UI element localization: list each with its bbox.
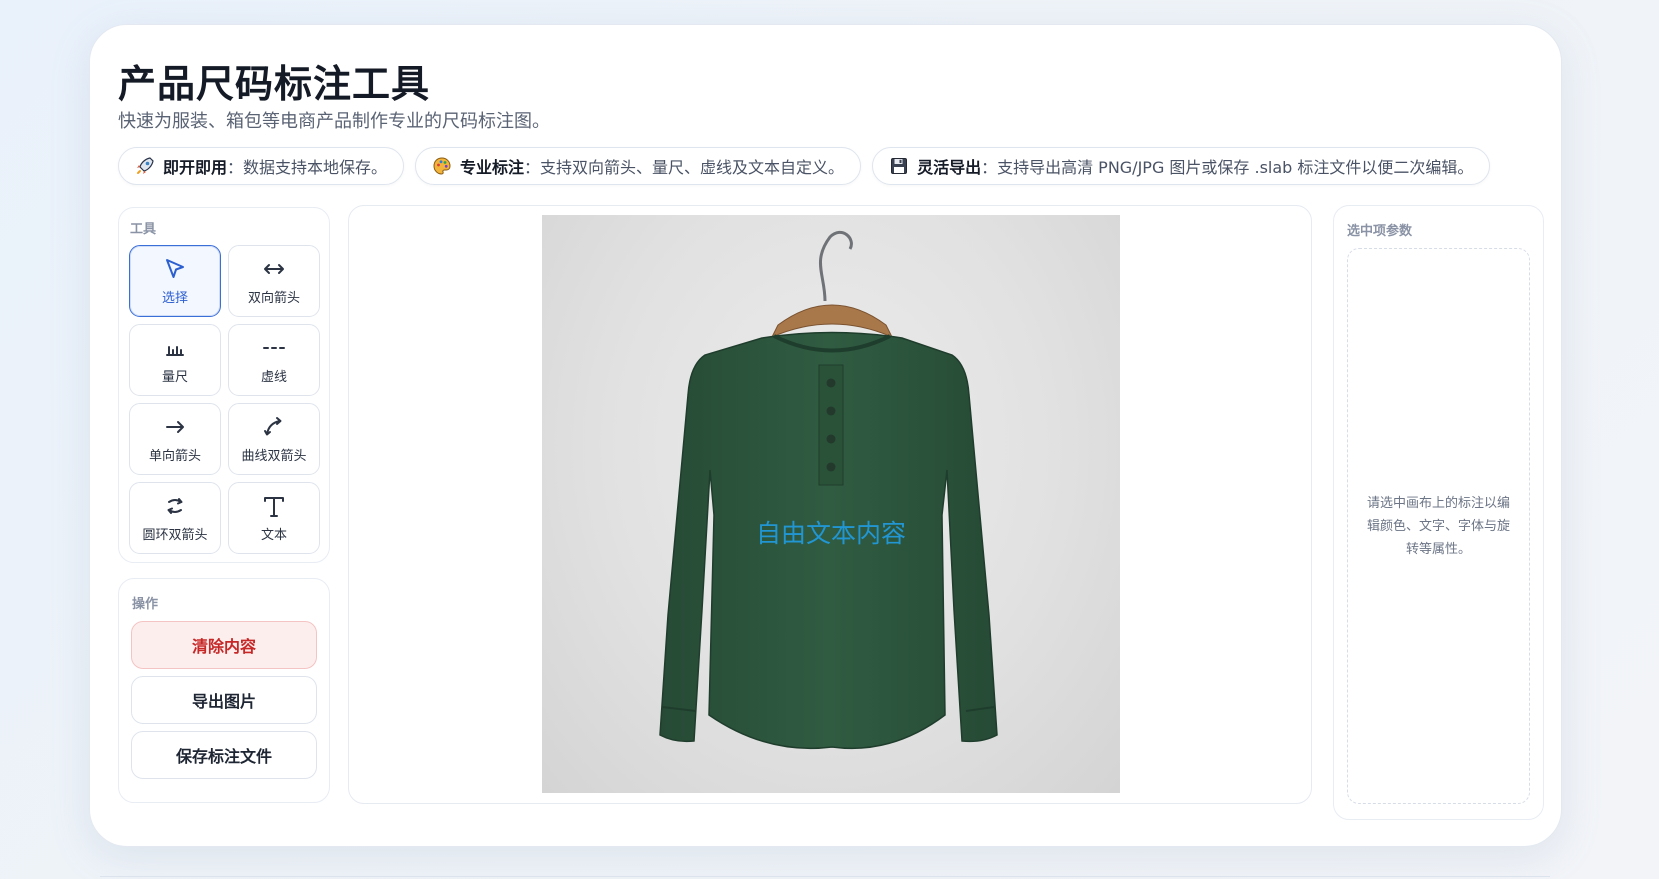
ruler-icon: [166, 346, 184, 356]
params-panel: 选中项参数 请选中画布上的标注以编辑颜色、文字、字体与旋转等属性。: [1333, 205, 1544, 820]
ring-arrow-icon: [167, 498, 183, 514]
tool-label: 量尺: [161, 370, 188, 385]
tool-label: 曲线双箭头: [241, 449, 307, 464]
tools-label: 工具: [130, 222, 157, 237]
tool-double-arrow[interactable]: 双向箭头: [228, 245, 320, 317]
tool-label: 单向箭头: [148, 449, 201, 464]
main-card: 产品尺码标注工具 快速为服装、箱包等电商产品制作专业的尺码标注图。 即开即用 ：数…: [89, 24, 1562, 847]
tool-grid: 选择 双向箭头 量尺 虚线 单向箭头 曲线双箭头 圆环双箭头 文本: [129, 245, 320, 554]
tool-label: 文本: [260, 528, 287, 543]
save-annotation-file-button[interactable]: 保存标注文件: [131, 731, 317, 779]
floppy-disk-icon: [889, 156, 909, 176]
operations-panel: 操作 清除内容 导出图片 保存标注文件: [118, 578, 330, 803]
page-subtitle: 快速为服装、箱包等电商产品制作专业的尺码标注图。: [118, 111, 550, 132]
tool-label: 圆环双箭头: [142, 528, 208, 543]
tool-label: 虚线: [260, 370, 287, 385]
operations-label: 操作: [132, 597, 159, 612]
params-empty-hint: 请选中画布上的标注以编辑颜色、文字、字体与旋转等属性。: [1366, 495, 1510, 557]
double-arrow-icon: [264, 264, 284, 274]
tool-dashed-line[interactable]: 虚线: [228, 324, 320, 396]
params-empty-state: 请选中画布上的标注以编辑颜色、文字、字体与旋转等属性。: [1347, 248, 1530, 804]
curved-arrow-icon: [264, 417, 282, 436]
product-photo[interactable]: 自由文本内容: [542, 215, 1120, 793]
tools-panel: 工具 选择 双向箭头 量尺 虚线 单向箭头 曲线双箭头 圆环双箭头 文本: [118, 207, 330, 563]
tool-ruler[interactable]: 量尺: [129, 324, 221, 396]
tool-label: 选择: [161, 291, 188, 306]
export-image-button[interactable]: 导出图片: [131, 676, 317, 724]
cursor-arrow-icon: [166, 259, 184, 278]
tool-ring-double-arrow[interactable]: 圆环双箭头: [129, 482, 221, 554]
right-arrow-icon: [166, 421, 184, 433]
rocket-icon: [135, 156, 155, 176]
params-label: 选中项参数: [1347, 224, 1413, 239]
clear-content-button[interactable]: 清除内容: [131, 621, 317, 669]
feature-pills: 即开即用 ：数据支持本地保存。 专业标注 ：支持双向箭头、量尺、虚线及文本自定义。: [118, 147, 1491, 185]
tool-single-arrow[interactable]: 单向箭头: [129, 403, 221, 475]
text-icon: [264, 497, 284, 517]
tool-curve-double-arrow[interactable]: 曲线双箭头: [228, 403, 320, 475]
feature-pill-ready: 即开即用 ：数据支持本地保存。: [118, 147, 405, 185]
henley-shirt-image: [659, 230, 998, 750]
free-text-annotation[interactable]: 自由文本内容: [542, 514, 1120, 550]
page-title: 产品尺码标注工具: [118, 62, 431, 106]
tool-select[interactable]: 选择: [129, 245, 221, 317]
palette-icon: [432, 156, 452, 176]
tool-label: 双向箭头: [247, 291, 300, 306]
divider: [100, 876, 1550, 877]
tool-text[interactable]: 文本: [228, 482, 320, 554]
canvas-area[interactable]: 自由文本内容: [348, 205, 1312, 804]
dashed-line-icon: [263, 347, 285, 349]
feature-pill-export: 灵活导出 ：支持导出高清 PNG/JPG 图片或保存 .slab 标注文件以便二次…: [872, 147, 1491, 185]
feature-pill-pro: 专业标注 ：支持双向箭头、量尺、虚线及文本自定义。: [415, 147, 862, 185]
